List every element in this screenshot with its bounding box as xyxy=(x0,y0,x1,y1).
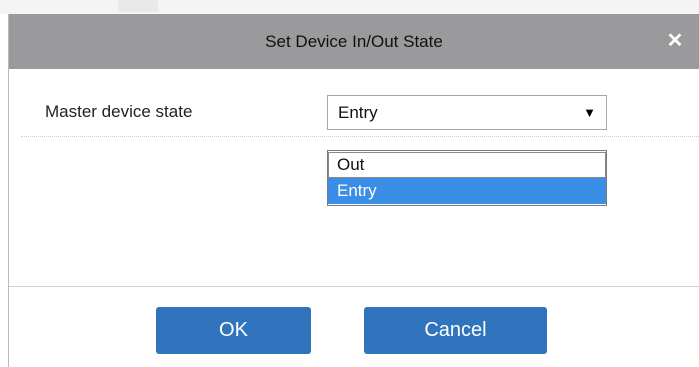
dialog-titlebar: Set Device In/Out State ✕ xyxy=(9,14,699,69)
row-divider xyxy=(21,136,699,137)
background-tab xyxy=(118,0,158,12)
dialog-title: Set Device In/Out State xyxy=(265,32,443,51)
master-device-state-label: Master device state xyxy=(45,102,193,121)
master-device-state-select[interactable]: Entry ▼ xyxy=(327,95,607,130)
dropdown-arrow-icon: ▼ xyxy=(583,105,596,120)
option-out[interactable]: Out xyxy=(328,152,606,178)
selected-value: Entry xyxy=(338,103,378,122)
dropdown-list: Out Entry xyxy=(327,150,607,206)
close-icon[interactable]: ✕ xyxy=(661,27,689,55)
set-device-state-dialog: Set Device In/Out State ✕ Master device … xyxy=(8,14,699,367)
background-strip xyxy=(0,0,699,14)
cancel-button[interactable]: Cancel xyxy=(364,307,547,354)
footer-divider xyxy=(9,286,699,287)
ok-button[interactable]: OK xyxy=(156,307,311,354)
option-entry[interactable]: Entry xyxy=(328,178,606,204)
